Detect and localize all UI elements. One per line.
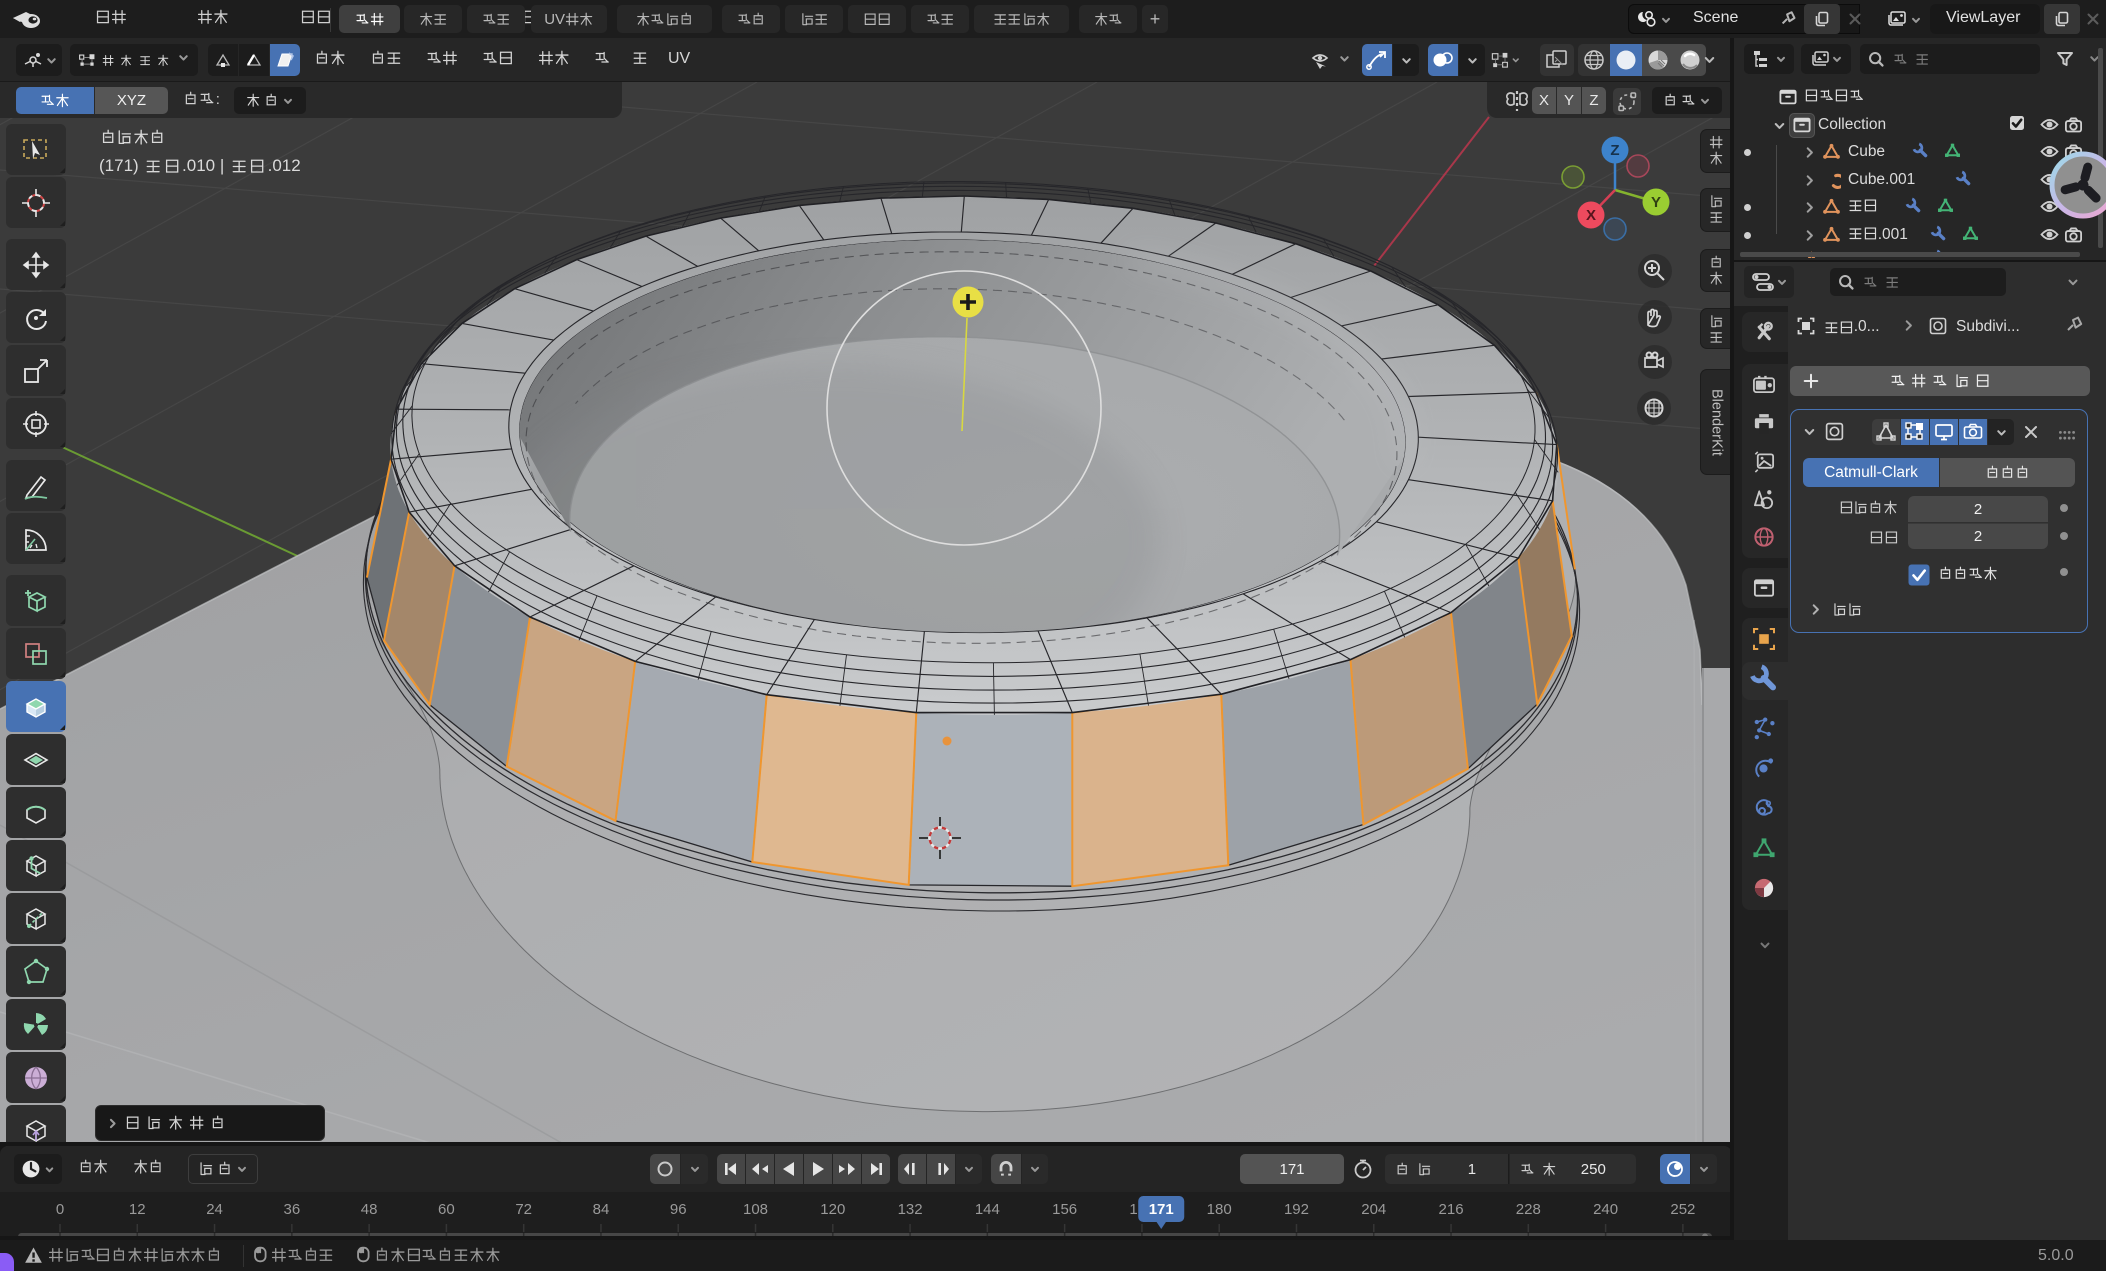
- svg-text:72: 72: [515, 1201, 532, 1218]
- svg-text:36: 36: [283, 1201, 300, 1218]
- svg-text:240: 240: [1593, 1201, 1618, 1218]
- svg-text:X: X: [1586, 207, 1596, 224]
- svg-text:216: 216: [1439, 1201, 1464, 1218]
- svg-text:84: 84: [593, 1201, 610, 1218]
- svg-text:60: 60: [438, 1201, 455, 1218]
- svg-text:204: 204: [1361, 1201, 1386, 1218]
- svg-text:Z: Z: [1610, 142, 1619, 159]
- svg-text:24: 24: [206, 1201, 223, 1218]
- svg-text:171: 171: [1149, 1201, 1174, 1218]
- svg-text:252: 252: [1670, 1201, 1695, 1218]
- svg-text:120: 120: [820, 1201, 845, 1218]
- svg-text:192: 192: [1284, 1201, 1309, 1218]
- svg-text:12: 12: [129, 1201, 146, 1218]
- svg-text:96: 96: [670, 1201, 687, 1218]
- svg-text:132: 132: [898, 1201, 923, 1218]
- svg-text:108: 108: [743, 1201, 768, 1218]
- svg-text:48: 48: [361, 1201, 378, 1218]
- svg-text:0: 0: [56, 1201, 64, 1218]
- svg-text:Y: Y: [1651, 194, 1661, 211]
- svg-text:156: 156: [1052, 1201, 1077, 1218]
- svg-text:180: 180: [1207, 1201, 1232, 1218]
- svg-text:228: 228: [1516, 1201, 1541, 1218]
- svg-text:144: 144: [975, 1201, 1000, 1218]
